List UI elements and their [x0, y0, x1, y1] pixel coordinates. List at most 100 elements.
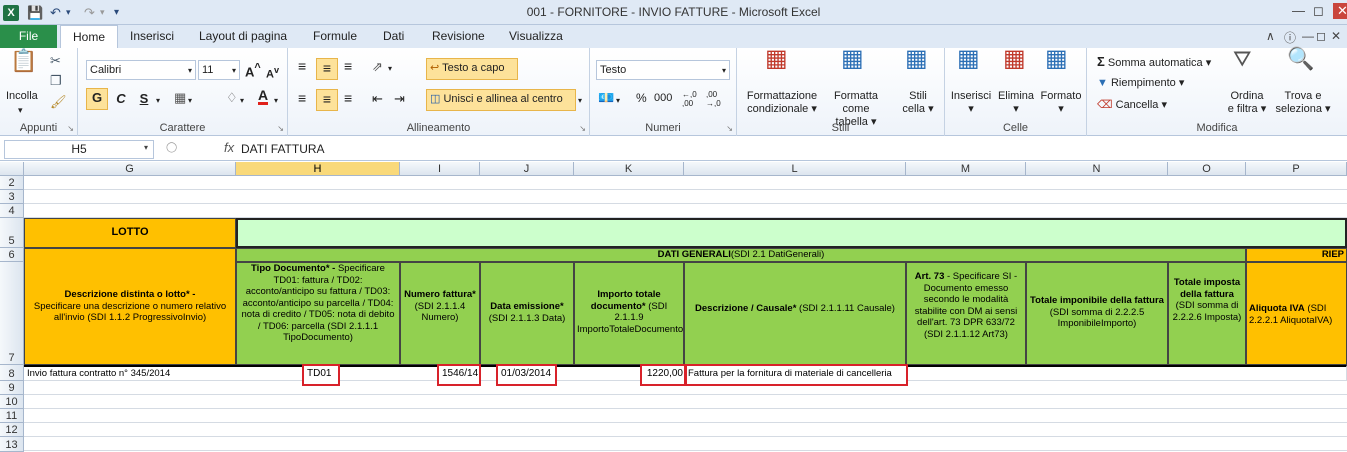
- row-header[interactable]: 6: [0, 248, 24, 262]
- orientation-icon[interactable]: ⇗: [372, 60, 383, 73]
- clear-button[interactable]: ⌫ Cancella ▾: [1097, 99, 1167, 112]
- sort-filter-button[interactable]: Ordina e filtra ▾: [1221, 90, 1273, 116]
- column-header-o[interactable]: O: [1168, 162, 1246, 176]
- column-header-h[interactable]: H: [236, 162, 400, 176]
- formula-content[interactable]: DATI FATTURA: [241, 140, 325, 158]
- numeri-launcher-icon[interactable]: ↘: [726, 124, 733, 133]
- delete-cells-button[interactable]: Elimina ▾: [995, 90, 1037, 116]
- close-icon[interactable]: ✕: [1333, 3, 1347, 19]
- row-header[interactable]: 9: [0, 381, 24, 395]
- insert-cells-icon[interactable]: ▦: [957, 47, 980, 71]
- merge-center-button[interactable]: ◫ Unisci e allinea al centro: [426, 89, 576, 111]
- align-left-icon[interactable]: ≡: [298, 91, 306, 105]
- font-size-dropdown-icon[interactable]: ▾: [232, 62, 236, 79]
- align-center-icon[interactable]: ≡: [316, 89, 338, 111]
- delete-cells-icon[interactable]: ▦: [1003, 47, 1026, 71]
- row-header[interactable]: 2: [0, 176, 24, 190]
- wrap-text-button[interactable]: ↩ Testo a capo: [426, 58, 518, 80]
- invio-fattura-cell[interactable]: Invio fattura contratto n° 345/2014: [24, 367, 236, 381]
- font-size-field[interactable]: 11 ▾: [198, 60, 240, 80]
- align-right-icon[interactable]: ≡: [344, 91, 352, 105]
- totale-imponibile-header[interactable]: Totale imponibile della fattura (SDI som…: [1026, 262, 1168, 365]
- format-table-icon[interactable]: ▦: [841, 47, 864, 71]
- cell-styles-icon[interactable]: ▦: [905, 47, 928, 71]
- doc-close-icon[interactable]: ✕: [1331, 29, 1341, 43]
- data-emissione-header[interactable]: Data emissione* (SDI 2.1.1.3 Data): [480, 262, 574, 365]
- copy-icon[interactable]: ❐: [50, 74, 62, 87]
- number-format-field[interactable]: Testo ▾: [596, 60, 730, 80]
- aliquota-iva-header[interactable]: Aliquota IVA (SDI 2.2.2.1 AliquotaIVA): [1246, 262, 1347, 365]
- descrizione-header-cell[interactable]: Descrizione distinta o lotto* - Specific…: [24, 248, 236, 365]
- numero-fattura-cell[interactable]: 1546/14: [437, 364, 481, 386]
- selected-cell-h5[interactable]: [236, 218, 1347, 248]
- paste-dropdown-icon[interactable]: ▾: [18, 104, 23, 117]
- tab-formule[interactable]: Formule: [313, 25, 357, 48]
- column-header-n[interactable]: N: [1026, 162, 1168, 176]
- tab-visualizza[interactable]: Visualizza: [509, 25, 563, 48]
- increase-decimal-icon[interactable]: ←,0,00: [682, 90, 697, 108]
- tab-dati[interactable]: Dati: [383, 25, 404, 48]
- paste-button[interactable]: Incolla: [6, 90, 38, 103]
- riepilogo-header[interactable]: RIEP: [1246, 248, 1347, 262]
- column-header-g[interactable]: G: [24, 162, 236, 176]
- find-select-button[interactable]: Trova e seleziona ▾: [1273, 90, 1333, 116]
- carattere-launcher-icon[interactable]: ↘: [277, 124, 284, 133]
- underline-dropdown-icon[interactable]: ▾: [156, 94, 160, 107]
- column-header-l[interactable]: L: [684, 162, 906, 176]
- fill-button[interactable]: ▼ Riempimento ▾: [1097, 77, 1184, 90]
- appunti-launcher-icon[interactable]: ↘: [67, 124, 74, 133]
- minimize-icon[interactable]: —: [1292, 3, 1305, 18]
- tipo-documento-header[interactable]: Tipo Documento* - Specificare TD01: fatt…: [236, 262, 400, 365]
- minimize-ribbon-icon[interactable]: ∧: [1266, 29, 1275, 43]
- currency-icon[interactable]: 💶: [598, 91, 614, 104]
- format-painter-icon[interactable]: 🖌: [50, 95, 67, 108]
- maximize-icon[interactable]: ◻: [1313, 3, 1324, 19]
- td01-cell[interactable]: TD01: [302, 364, 340, 386]
- merge-dropdown-icon[interactable]: ▾: [578, 94, 582, 107]
- orientation-dropdown-icon[interactable]: ▾: [388, 62, 392, 75]
- numero-fattura-header[interactable]: Numero fattura* (SDI 2.1.1.4 Numero): [400, 262, 480, 365]
- format-cells-button[interactable]: Formato ▾: [1037, 90, 1085, 116]
- row-header[interactable]: 12: [0, 423, 24, 437]
- align-top-icon[interactable]: ≡: [298, 59, 306, 73]
- dati-generali-header[interactable]: DATI GENERALI (SDI 2.1 DatiGenerali): [236, 248, 1246, 262]
- decrease-decimal-icon[interactable]: ,00 →,0: [706, 90, 721, 108]
- align-middle-icon[interactable]: ≡: [316, 58, 338, 80]
- borders-dropdown-icon[interactable]: ▾: [188, 94, 192, 107]
- shrink-font-icon[interactable]: Av: [266, 64, 279, 82]
- borders-icon[interactable]: ▦: [174, 91, 186, 104]
- doc-minimize-icon[interactable]: —: [1302, 29, 1314, 43]
- font-dropdown-icon[interactable]: ▾: [188, 62, 192, 79]
- italic-button[interactable]: C: [112, 89, 130, 109]
- row-header[interactable]: 13: [0, 437, 24, 452]
- conditional-format-button[interactable]: Formattazione condizionale ▾: [742, 90, 822, 116]
- data-emissione-cell[interactable]: 01/03/2014: [496, 364, 557, 386]
- column-header-j[interactable]: J: [480, 162, 574, 176]
- row-header[interactable]: 10: [0, 395, 24, 409]
- bold-button[interactable]: G: [86, 88, 108, 110]
- fill-dropdown-icon[interactable]: ▾: [240, 94, 244, 107]
- thousands-icon[interactable]: 000: [654, 92, 672, 105]
- autosum-button[interactable]: Σ Somma automatica ▾: [1097, 55, 1211, 70]
- find-select-icon[interactable]: 🔍: [1287, 48, 1314, 70]
- descrizione-causale-header[interactable]: Descrizione / Causale* (SDI 2.1.1.11 Cau…: [684, 262, 906, 365]
- insert-cells-button[interactable]: Inserisci ▾: [949, 90, 993, 116]
- conditional-format-icon[interactable]: ▦: [765, 47, 788, 71]
- cell-styles-button[interactable]: Stili cella ▾: [895, 90, 941, 116]
- fx-icon[interactable]: fx: [224, 140, 234, 155]
- tab-file[interactable]: File: [0, 25, 57, 48]
- row-header[interactable]: 5: [0, 218, 24, 248]
- tab-inserisci[interactable]: Inserisci: [130, 25, 174, 48]
- fill-color-icon[interactable]: ♢: [226, 91, 238, 104]
- lotto-cell[interactable]: LOTTO: [24, 218, 236, 248]
- row-header[interactable]: 11: [0, 409, 24, 423]
- format-cells-icon[interactable]: ▦: [1045, 47, 1068, 71]
- row-header[interactable]: 8: [0, 365, 24, 381]
- font-name-field[interactable]: Calibri ▾: [86, 60, 196, 80]
- row-header[interactable]: 3: [0, 190, 24, 204]
- allineamento-launcher-icon[interactable]: ↘: [579, 124, 586, 133]
- name-box[interactable]: H5: [4, 140, 154, 159]
- importo-totale-header[interactable]: Importo totale documento* (SDI 2.1.1.9 I…: [574, 262, 684, 365]
- name-box-dropdown-icon[interactable]: ▾: [144, 143, 148, 152]
- column-header-k[interactable]: K: [574, 162, 684, 176]
